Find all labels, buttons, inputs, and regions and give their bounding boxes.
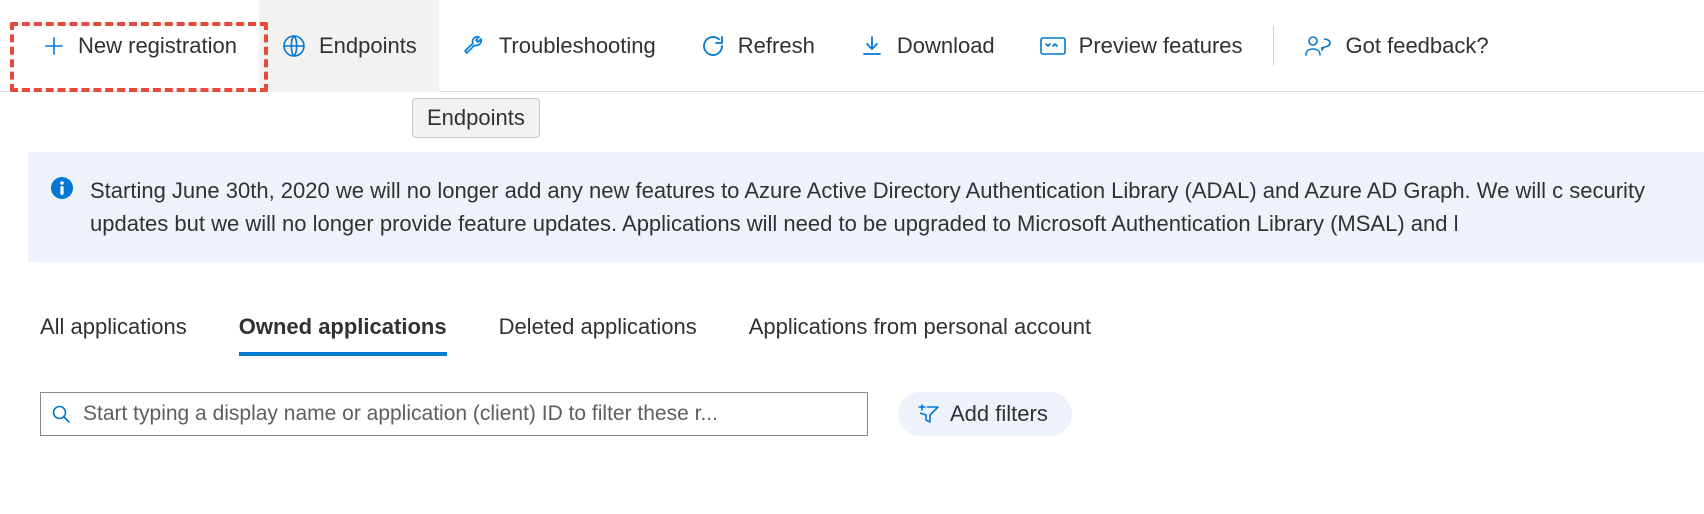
info-icon: [50, 176, 74, 240]
preview-features-icon: [1039, 34, 1067, 58]
tab-label: All applications: [40, 314, 187, 339]
got-feedback-label: Got feedback?: [1346, 33, 1489, 59]
new-registration-button[interactable]: New registration: [20, 0, 259, 92]
info-banner: Starting June 30th, 2020 we will no long…: [28, 152, 1704, 262]
download-label: Download: [897, 33, 995, 59]
preview-features-label: Preview features: [1079, 33, 1243, 59]
tab-all-applications[interactable]: All applications: [40, 314, 187, 356]
tab-label: Applications from personal account: [749, 314, 1091, 339]
filter-icon: [916, 403, 940, 425]
refresh-label: Refresh: [738, 33, 815, 59]
command-bar: New registration Endpoints Troubleshooti…: [0, 0, 1704, 92]
refresh-button[interactable]: Refresh: [678, 0, 837, 92]
download-button[interactable]: Download: [837, 0, 1017, 92]
tab-label: Owned applications: [239, 314, 447, 339]
add-filters-button[interactable]: Add filters: [898, 392, 1072, 436]
wrench-icon: [461, 33, 487, 59]
info-message: Starting June 30th, 2020 we will no long…: [90, 174, 1690, 240]
endpoints-label: Endpoints: [319, 33, 417, 59]
plus-icon: [42, 34, 66, 58]
add-filters-label: Add filters: [950, 401, 1048, 427]
tab-label: Deleted applications: [499, 314, 697, 339]
search-input[interactable]: [81, 401, 857, 427]
tooltip-text: Endpoints: [427, 105, 525, 130]
download-icon: [859, 33, 885, 59]
tab-owned-applications[interactable]: Owned applications: [239, 314, 447, 356]
globe-icon: [281, 33, 307, 59]
endpoints-tooltip: Endpoints: [412, 98, 540, 138]
search-icon: [51, 404, 71, 424]
tab-personal-applications[interactable]: Applications from personal account: [749, 314, 1091, 356]
new-registration-label: New registration: [78, 33, 237, 59]
feedback-icon: [1304, 33, 1334, 59]
refresh-icon: [700, 33, 726, 59]
troubleshooting-button[interactable]: Troubleshooting: [439, 0, 678, 92]
tabs: All applications Owned applications Dele…: [40, 314, 1704, 356]
tab-deleted-applications[interactable]: Deleted applications: [499, 314, 697, 356]
troubleshooting-label: Troubleshooting: [499, 33, 656, 59]
preview-features-button[interactable]: Preview features: [1017, 0, 1265, 92]
got-feedback-button[interactable]: Got feedback?: [1282, 0, 1511, 92]
search-box[interactable]: [40, 392, 868, 436]
filter-row: Add filters: [40, 392, 1704, 436]
endpoints-button[interactable]: Endpoints: [259, 0, 439, 92]
toolbar-divider: [1273, 26, 1274, 66]
